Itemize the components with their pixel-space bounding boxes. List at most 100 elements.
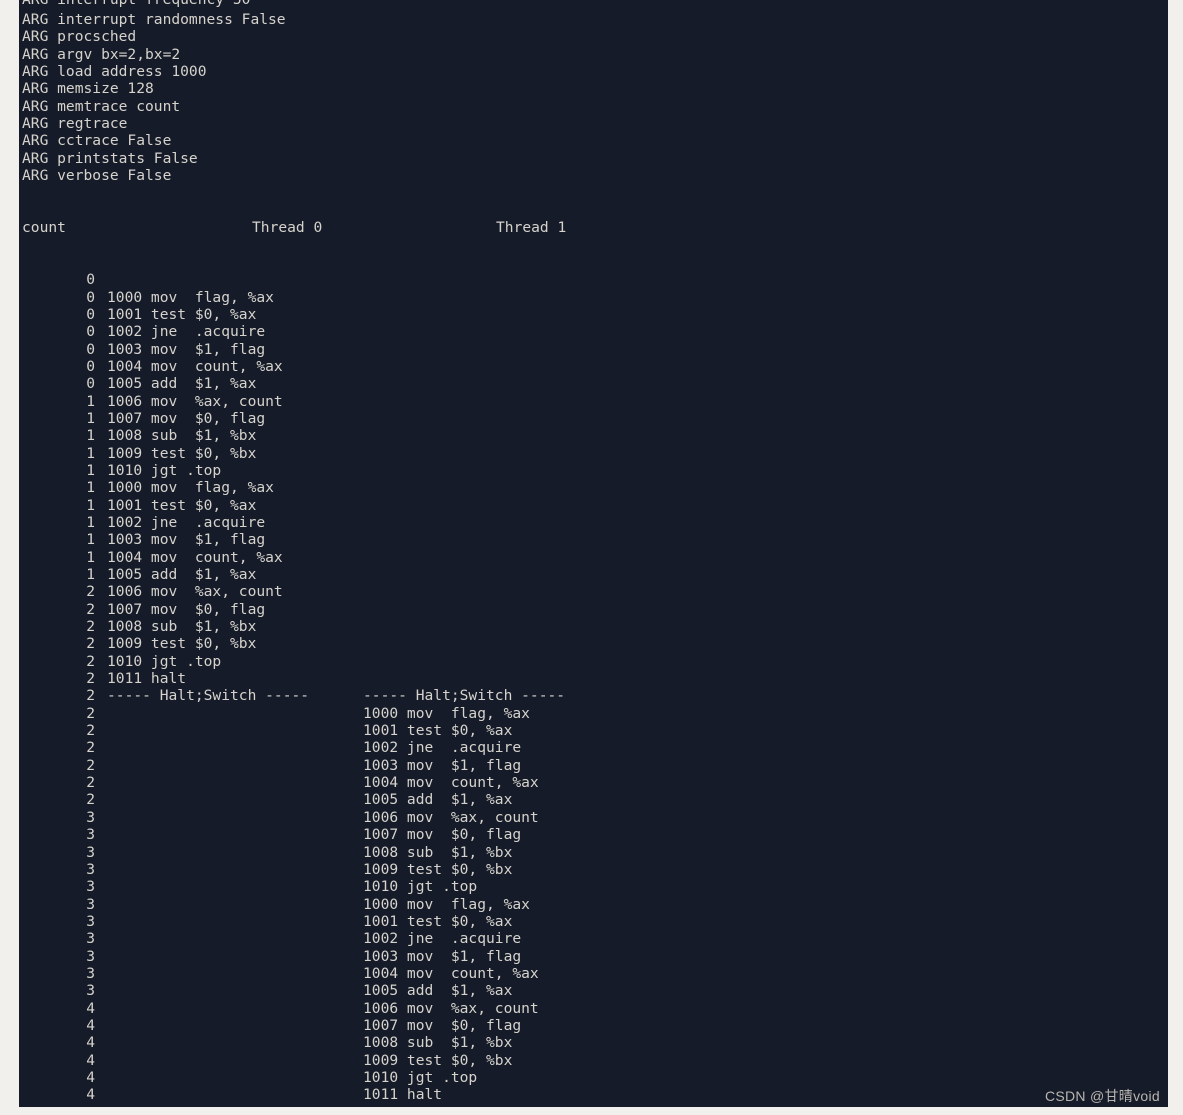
trace-thread0-instruction: 1006 mov %ax, count [107, 583, 283, 601]
trace-row: 3 1008 sub $1, %bx [19, 844, 1168, 861]
trace-thread1-instruction: 1008 sub $1, %bx [363, 1034, 513, 1052]
trace-thread1-instruction: 1007 mov $0, flag [363, 826, 522, 844]
trace-count-value: 3 [86, 912, 95, 930]
trace-row: 1 1005 add $1, %ax [19, 566, 1168, 583]
trace-count-value: 1 [86, 409, 95, 427]
trace-row: 1 1010 jgt .top [19, 462, 1168, 479]
trace-count-value: 2 [86, 687, 95, 705]
arg-line: ARG cctrace False [22, 132, 172, 150]
trace-count-value: 4 [86, 1016, 95, 1034]
trace-count-value: 3 [86, 826, 95, 844]
trace-row: 0 1003 mov $1, flag [19, 341, 1168, 358]
trace-count-value: 0 [86, 340, 95, 358]
arg-line: ARG printstats False [22, 149, 198, 167]
trace-thread0-instruction: 1001 test $0, %ax [107, 305, 257, 323]
trace-row: 2 1002 jne .acquire [19, 739, 1168, 756]
trace-row: 0 1005 add $1, %ax [19, 375, 1168, 392]
trace-thread0-instruction: 1008 sub $1, %bx [107, 427, 257, 445]
screenshot-root: ARG interrupt frequency 50 ARG interrupt … [0, 0, 1183, 1115]
trace-thread0-instruction: 1004 mov count, %ax [107, 357, 283, 375]
trace-thread0-instruction: 1001 test $0, %ax [107, 496, 257, 514]
trace-row: 3 1003 mov $1, flag [19, 948, 1168, 965]
trace-thread0-instruction: 1007 mov $0, flag [107, 409, 266, 427]
trace-count-value: 0 [86, 305, 95, 323]
trace-row: 2 1001 test $0, %ax [19, 722, 1168, 739]
trace-count-value: 1 [86, 479, 95, 497]
trace-count-value: 3 [86, 947, 95, 965]
trace-thread1-instruction: 1003 mov $1, flag [363, 756, 522, 774]
trace-thread1-instruction: 1009 test $0, %bx [363, 860, 513, 878]
trace-count-value: 1 [86, 531, 95, 549]
page-bottom-margin [0, 1107, 1183, 1115]
trace-count-value: 2 [86, 722, 95, 740]
trace-thread1-instruction: 1008 sub $1, %bx [363, 843, 513, 861]
trace-count-value: 3 [86, 808, 95, 826]
trace-count-value: 0 [86, 375, 95, 393]
trace-row: 1 1006 mov %ax, count [19, 393, 1168, 410]
trace-row: 2 1009 test $0, %bx [19, 635, 1168, 652]
trace-thread0-instruction: 1003 mov $1, flag [107, 531, 266, 549]
terminal-scrollback[interactable]: ARG interrupt frequency 50 ARG interrupt … [19, 0, 1168, 1104]
trace-row: 0 1004 mov count, %ax [19, 358, 1168, 375]
trace-count-value: 2 [86, 791, 95, 809]
trace-count-value: 2 [86, 600, 95, 618]
trace-thread1-instruction: 1006 mov %ax, count [363, 999, 539, 1017]
trace-row: 2 1004 mov count, %ax [19, 774, 1168, 791]
trace-count-value: 1 [86, 392, 95, 410]
trace-count-value: 1 [86, 496, 95, 514]
trace-count-value: 1 [86, 461, 95, 479]
trace-row: 2 1005 add $1, %ax [19, 791, 1168, 808]
arg-line-text: ARG interrupt frequency 50 [22, 0, 1168, 7]
trace-count-value: 4 [86, 1068, 95, 1086]
trace-thread1-instruction: 1005 add $1, %ax [363, 982, 513, 1000]
trace-row: 2 1003 mov $1, flag [19, 757, 1168, 774]
trace-count-value: 4 [86, 1051, 95, 1069]
csdn-watermark: CSDN @甘晴void [1044, 1088, 1160, 1104]
trace-count-value: 0 [86, 323, 95, 341]
trace-count-value: 0 [86, 357, 95, 375]
trace-thread1-instruction: 1001 test $0, %ax [363, 722, 513, 740]
trace-thread1-instruction: 1010 jgt .top [363, 878, 478, 896]
trace-count-value: 3 [86, 860, 95, 878]
trace-row: 1 1007 mov $0, flag [19, 410, 1168, 427]
trace-row: 2 1008 sub $1, %bx [19, 618, 1168, 635]
trace-thread0-instruction: 1011 halt [107, 670, 187, 688]
trace-thread1-instruction: 1010 jgt .top [363, 1068, 478, 1086]
trace-thread0-instruction: 1006 mov %ax, count [107, 392, 283, 410]
header-thread-0: Thread 0 [252, 219, 323, 237]
trace-count-value: 0 [86, 288, 95, 306]
trace-thread0-instruction: 1000 mov flag, %ax [107, 288, 274, 306]
trace-thread1-instruction: 1005 add $1, %ax [363, 791, 513, 809]
trace-count-value: 4 [86, 1034, 95, 1052]
trace-count-value: 0 [86, 271, 95, 289]
trace-thread1-instruction: 1007 mov $0, flag [363, 1016, 522, 1034]
trace-count-value: 1 [86, 513, 95, 531]
terminal-window[interactable]: ARG interrupt frequency 50 ARG interrupt … [19, 0, 1168, 1112]
trace-thread0-instruction: 1010 jgt .top [107, 652, 222, 670]
trace-count-value: 2 [86, 774, 95, 792]
trace-thread1-instruction: 1004 mov count, %ax [363, 774, 539, 792]
trace-count-value: 2 [86, 652, 95, 670]
trace-row: 1 1003 mov $1, flag [19, 531, 1168, 548]
trace-row: 3 1001 test $0, %ax [19, 913, 1168, 930]
trace-row: 2 1011 halt [19, 670, 1168, 687]
arg-line: ARG interrupt randomness False [22, 11, 286, 28]
trace-thread0-instruction: 1002 jne .acquire [107, 513, 266, 531]
trace-count-value: 2 [86, 756, 95, 774]
trace-count-value: 1 [86, 427, 95, 445]
trace-thread0-instruction: 1003 mov $1, flag [107, 340, 266, 358]
trace-count-value: 3 [86, 895, 95, 913]
trace-thread1-instruction: 1009 test $0, %bx [363, 1051, 513, 1069]
trace-thread1-instruction: 1001 test $0, %ax [363, 912, 513, 930]
trace-count-value: 2 [86, 618, 95, 636]
trace-row: 3 1009 test $0, %bx [19, 861, 1168, 878]
arg-line: ARG interrupt frequency 50 [19, 0, 1168, 11]
trace-table-header: count Thread 0 Thread 1 [19, 219, 1168, 236]
trace-thread1-instruction: 1002 jne .acquire [363, 739, 522, 757]
trace-row: 3 1000 mov flag, %ax [19, 896, 1168, 913]
trace-row: 3 1006 mov %ax, count [19, 809, 1168, 826]
arg-line: ARG verbose False [22, 167, 172, 185]
